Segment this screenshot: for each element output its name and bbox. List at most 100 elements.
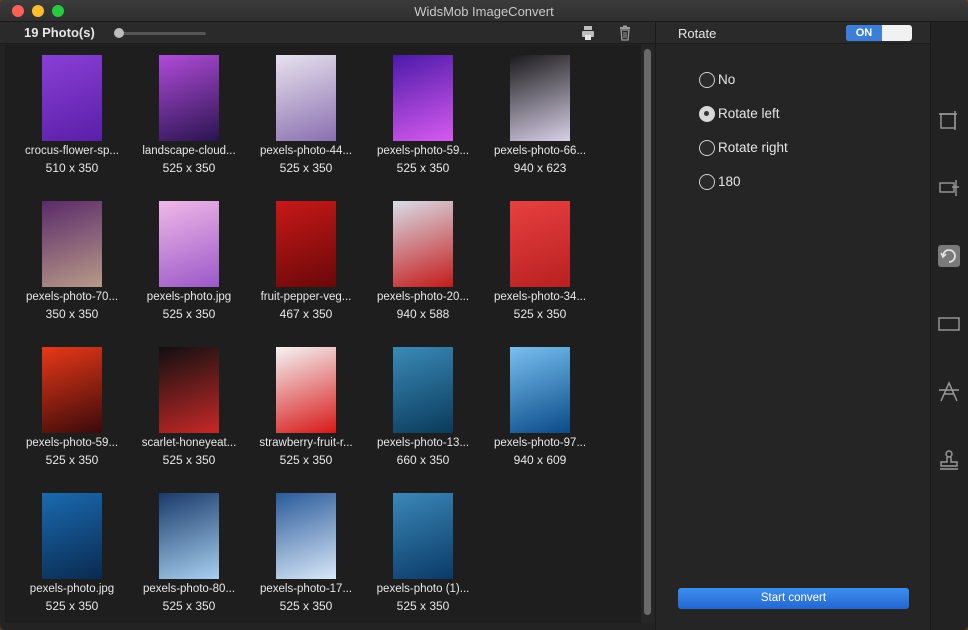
panel-header: Rotate ON	[656, 22, 931, 44]
photo-thumbnail[interactable]: strawberry-fruit-r... 525 x 350	[248, 337, 364, 477]
photo-image[interactable]	[276, 493, 336, 579]
photo-filename: pexels-photo-17...	[259, 583, 353, 595]
photo-filename: pexels-photo-70...	[25, 291, 119, 303]
tool-sidebar	[930, 22, 968, 630]
photo-thumbnail[interactable]: pexels-photo-66... 940 x 623	[482, 45, 598, 185]
photo-count: 19 Photo(s)	[24, 25, 95, 40]
photo-thumbnail[interactable]: crocus-flower-sp... 510 x 350	[14, 45, 130, 185]
photo-thumbnail[interactable]: pexels-photo-97... 940 x 609	[482, 337, 598, 477]
toggle-on-label: ON	[846, 25, 882, 41]
rotate-toggle[interactable]: ON	[846, 25, 912, 41]
photo-image[interactable]	[42, 201, 102, 287]
photo-image[interactable]	[510, 347, 570, 433]
photo-dimensions: 525 x 350	[396, 161, 450, 175]
photo-thumbnail[interactable]: landscape-cloud... 525 x 350	[131, 45, 247, 185]
photo-filename: pexels-photo.jpg	[146, 291, 232, 303]
photo-filename: scarlet-honeyeat...	[141, 437, 237, 449]
photo-image[interactable]	[393, 201, 453, 287]
photo-dimensions: 525 x 350	[279, 599, 333, 613]
photo-filename: fruit-pepper-veg...	[260, 291, 352, 303]
stamp-icon[interactable]	[937, 448, 961, 472]
photo-toolbar: 19 Photo(s)	[0, 22, 655, 44]
border-icon[interactable]	[937, 312, 961, 336]
photo-dimensions: 940 x 623	[513, 161, 567, 175]
photo-image[interactable]	[393, 493, 453, 579]
photo-thumbnail[interactable]: pexels-photo-70... 350 x 350	[14, 191, 130, 331]
photo-dimensions: 525 x 350	[162, 307, 216, 321]
photo-thumbnail[interactable]: pexels-photo-34... 525 x 350	[482, 191, 598, 331]
photo-dimensions: 467 x 350	[279, 307, 333, 321]
photo-image[interactable]	[159, 201, 219, 287]
photo-grid: crocus-flower-sp... 510 x 350 landscape-cl…	[5, 45, 641, 623]
photo-dimensions: 525 x 350	[396, 599, 450, 613]
photo-thumbnail[interactable]: pexels-photo-80... 525 x 350	[131, 483, 247, 623]
photo-image[interactable]	[42, 493, 102, 579]
photo-image[interactable]	[393, 55, 453, 141]
photo-dimensions: 525 x 350	[162, 161, 216, 175]
trash-icon[interactable]	[617, 25, 633, 41]
radio-button[interactable]	[699, 174, 715, 190]
thumbnail-size-slider-knob[interactable]	[114, 28, 124, 38]
photo-thumbnail[interactable]: fruit-pepper-veg... 467 x 350	[248, 191, 364, 331]
radio-label: No	[718, 72, 736, 87]
photo-thumbnail[interactable]: scarlet-honeyeat... 525 x 350	[131, 337, 247, 477]
photo-grid-scrollbar[interactable]	[641, 45, 655, 623]
photo-filename: pexels-photo-13...	[376, 437, 470, 449]
photo-image[interactable]	[159, 55, 219, 141]
photo-dimensions: 940 x 588	[396, 307, 450, 321]
photo-dimensions: 510 x 350	[45, 161, 99, 175]
photo-dimensions: 660 x 350	[396, 453, 450, 467]
rotate-icon[interactable]	[937, 244, 961, 268]
radio-button[interactable]	[699, 72, 715, 88]
app-window: WidsMob ImageConvert 19 Photo(s) crocus-…	[0, 0, 968, 630]
radio-label: Rotate left	[718, 106, 780, 121]
thumbnail-size-slider[interactable]	[118, 32, 206, 35]
photo-thumbnail[interactable]: pexels-photo-13... 660 x 350	[365, 337, 481, 477]
photo-image[interactable]	[159, 347, 219, 433]
start-convert-button[interactable]: Start convert	[678, 588, 909, 609]
photo-image[interactable]	[510, 55, 570, 141]
photo-filename: crocus-flower-sp...	[25, 145, 119, 157]
window-title: WidsMob ImageConvert	[414, 4, 554, 19]
photo-image[interactable]	[393, 347, 453, 433]
photo-filename: landscape-cloud...	[142, 145, 236, 157]
photo-thumbnail[interactable]: pexels-photo-59... 525 x 350	[14, 337, 130, 477]
photo-thumbnail[interactable]: pexels-photo-20... 940 x 588	[365, 191, 481, 331]
photo-dimensions: 525 x 350	[513, 307, 567, 321]
photo-dimensions: 525 x 350	[162, 453, 216, 467]
scrollbar-thumb[interactable]	[644, 49, 651, 615]
photo-dimensions: 350 x 350	[45, 307, 99, 321]
resize-icon[interactable]	[937, 176, 961, 200]
photo-filename: pexels-photo-20...	[376, 291, 470, 303]
photo-image[interactable]	[276, 201, 336, 287]
settings-panel: Rotate ON No Rotate left Rotate right 18…	[655, 22, 931, 630]
photo-filename: pexels-photo (1)...	[376, 583, 470, 595]
photo-image[interactable]	[276, 55, 336, 141]
photo-dimensions: 525 x 350	[279, 161, 333, 175]
photo-image[interactable]	[510, 201, 570, 287]
photo-dimensions: 525 x 350	[45, 599, 99, 613]
photo-image[interactable]	[276, 347, 336, 433]
photo-image[interactable]	[159, 493, 219, 579]
photo-image[interactable]	[42, 55, 102, 141]
text-watermark-icon[interactable]	[937, 380, 961, 404]
radio-button[interactable]	[699, 140, 715, 156]
printer-icon[interactable]	[580, 25, 596, 41]
title-bar: WidsMob ImageConvert	[0, 0, 968, 22]
photo-filename: pexels-photo-34...	[493, 291, 587, 303]
photo-thumbnail[interactable]: pexels-photo-44... 525 x 350	[248, 45, 364, 185]
photo-dimensions: 940 x 609	[513, 453, 567, 467]
photo-thumbnail[interactable]: pexels-photo-17... 525 x 350	[248, 483, 364, 623]
photo-dimensions: 525 x 350	[162, 599, 216, 613]
radio-button[interactable]	[699, 106, 715, 122]
photo-thumbnail[interactable]: pexels-photo-59... 525 x 350	[365, 45, 481, 185]
photo-image[interactable]	[42, 347, 102, 433]
photo-filename: pexels-photo-44...	[259, 145, 353, 157]
crop-icon[interactable]	[937, 108, 961, 132]
photo-thumbnail[interactable]: pexels-photo.jpg 525 x 350	[14, 483, 130, 623]
photo-filename: pexels-photo-80...	[142, 583, 236, 595]
photo-dimensions: 525 x 350	[279, 453, 333, 467]
photo-filename: pexels-photo-59...	[25, 437, 119, 449]
photo-thumbnail[interactable]: pexels-photo (1)... 525 x 350	[365, 483, 481, 623]
photo-thumbnail[interactable]: pexels-photo.jpg 525 x 350	[131, 191, 247, 331]
